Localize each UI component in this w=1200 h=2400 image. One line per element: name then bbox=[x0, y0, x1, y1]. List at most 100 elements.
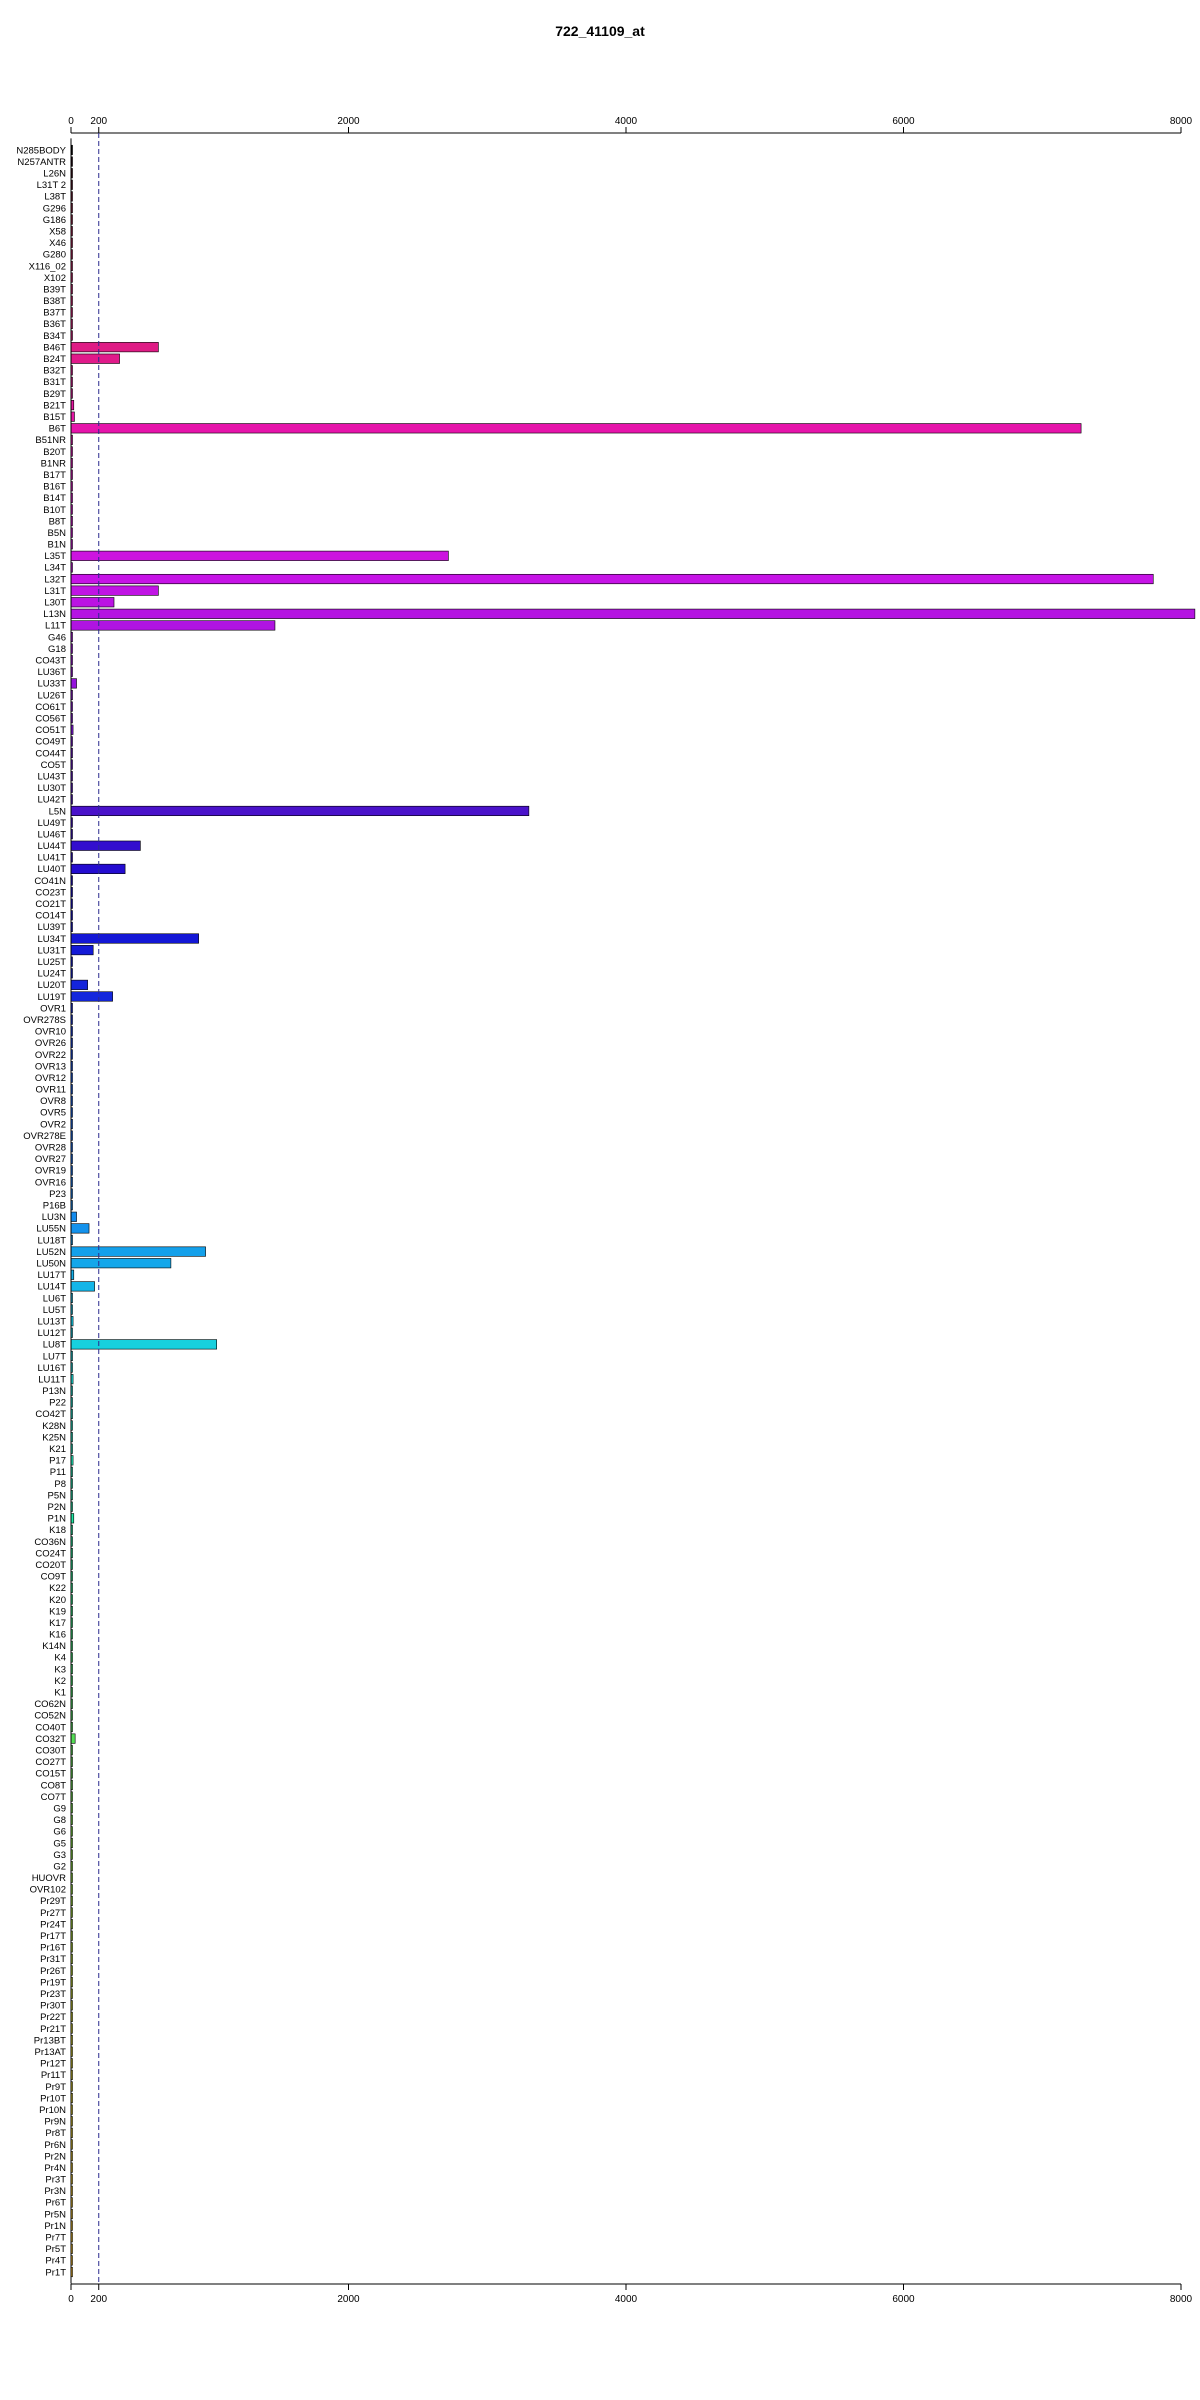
category-label: CO27T bbox=[35, 1757, 66, 1768]
category-label: P22 bbox=[49, 1398, 66, 1409]
bar-L11T bbox=[70, 620, 276, 631]
bar-LU40T bbox=[70, 863, 126, 874]
category-label: B31T bbox=[43, 377, 66, 388]
category-label: Pr27T bbox=[40, 1908, 66, 1919]
category-label: L38T bbox=[44, 192, 66, 203]
category-label: B51NR bbox=[35, 435, 66, 446]
category-label: G9 bbox=[53, 1803, 66, 1814]
category-label: LU13T bbox=[37, 1316, 66, 1327]
category-label: K20 bbox=[49, 1595, 66, 1606]
category-label: LU49T bbox=[37, 818, 66, 829]
category-label: Pr16T bbox=[40, 1943, 66, 1954]
category-label: OVR10 bbox=[35, 1027, 66, 1038]
category-label: OVR8 bbox=[40, 1096, 66, 1107]
tick-label: 200 bbox=[90, 116, 107, 127]
category-label: OVR102 bbox=[30, 1885, 66, 1896]
category-label: K2 bbox=[54, 1676, 66, 1687]
category-label: L31T bbox=[44, 586, 66, 597]
category-label: Pr3T bbox=[45, 2175, 66, 2186]
category-label: CO30T bbox=[35, 1746, 66, 1757]
category-label: Pr26T bbox=[40, 1966, 66, 1977]
category-label: K3 bbox=[54, 1664, 66, 1675]
category-label: Pr19T bbox=[40, 1977, 66, 1988]
category-label: LU16T bbox=[37, 1363, 66, 1374]
category-label: G6 bbox=[53, 1827, 66, 1838]
tick-label: 2000 bbox=[337, 116, 360, 127]
category-label: B46T bbox=[43, 342, 66, 353]
category-label: P8 bbox=[54, 1479, 66, 1490]
category-label: LU40T bbox=[37, 864, 66, 875]
bar-L32T bbox=[70, 573, 1154, 585]
bar-LU50N bbox=[70, 1258, 172, 1269]
category-label: OVR13 bbox=[35, 1061, 66, 1072]
category-label: LU25T bbox=[37, 957, 66, 968]
category-label: L31T 2 bbox=[37, 180, 66, 191]
category-label: Pr1N bbox=[44, 2221, 66, 2232]
top-x-axis: 0 200 2000 4000 6000 8000 bbox=[68, 116, 1193, 134]
category-label: Pr29T bbox=[40, 1896, 66, 1907]
category-label: B34T bbox=[43, 331, 66, 342]
category-label: LU44T bbox=[37, 841, 66, 852]
category-label: Pr11T bbox=[41, 2070, 66, 2081]
chart-canvas: 722_41109_at 0 200 2000 4000 6000 8000 0 200 20… bbox=[16, 23, 1196, 2305]
category-label: LU43T bbox=[37, 771, 66, 782]
category-label: B38T bbox=[43, 296, 66, 307]
category-label: K14N bbox=[42, 1641, 66, 1652]
category-label: CO9T bbox=[41, 1572, 67, 1583]
bar-LU8T bbox=[70, 1339, 217, 1350]
category-label: B6T bbox=[49, 424, 67, 435]
category-label: Pr13BT bbox=[34, 2035, 66, 2046]
category-label: B36T bbox=[43, 319, 66, 330]
category-label: B16T bbox=[43, 482, 66, 493]
category-label: Pr1T bbox=[45, 2267, 66, 2278]
category-label: LU19T bbox=[37, 992, 66, 1003]
category-label: LU26T bbox=[37, 690, 66, 701]
bar-L13N bbox=[70, 608, 1196, 619]
bar-L31T bbox=[70, 585, 159, 596]
category-label: Pr22T bbox=[40, 2012, 66, 2023]
category-label: B10T bbox=[43, 505, 66, 516]
category-label: CO49T bbox=[35, 737, 66, 748]
category-label: Pr13AT bbox=[34, 2047, 66, 2058]
category-label: Pr5N bbox=[44, 2209, 66, 2220]
category-label: Pr5T bbox=[45, 2244, 66, 2255]
bar-L35T bbox=[70, 550, 449, 561]
category-label: LU11T bbox=[38, 1374, 66, 1385]
tick-label: 200 bbox=[90, 2294, 107, 2305]
category-label: CO41N bbox=[34, 876, 66, 887]
category-label: OVR19 bbox=[35, 1166, 66, 1177]
category-label: P23 bbox=[49, 1189, 66, 1200]
category-label: P1N bbox=[48, 1514, 67, 1525]
category-label: B15T bbox=[43, 412, 66, 423]
category-label: B20T bbox=[43, 447, 66, 458]
category-label: LU52N bbox=[36, 1247, 66, 1258]
category-label: Pr4T bbox=[45, 2256, 66, 2267]
category-label: L34T bbox=[44, 563, 66, 574]
category-label: P2N bbox=[48, 1502, 67, 1513]
category-label: B21T bbox=[43, 400, 66, 411]
category-label: Pr7T bbox=[45, 2233, 66, 2244]
category-label: X102 bbox=[44, 273, 66, 284]
bar-L5N bbox=[70, 805, 530, 817]
category-label: LU7T bbox=[43, 1351, 66, 1362]
category-label: LU5T bbox=[43, 1305, 66, 1316]
category-label: B37T bbox=[43, 308, 66, 319]
category-label: K28N bbox=[42, 1421, 66, 1432]
category-label: L32T bbox=[44, 574, 66, 585]
category-label: Pr9N bbox=[44, 2117, 66, 2128]
category-label: CO21T bbox=[35, 899, 66, 910]
category-label: G8 bbox=[53, 1815, 66, 1826]
category-label: B8T bbox=[49, 516, 67, 527]
category-label: CO24T bbox=[35, 1548, 66, 1559]
bar-LU33T bbox=[70, 678, 77, 689]
category-label: CO61T bbox=[35, 702, 66, 713]
category-label: Pr23T bbox=[40, 1989, 66, 2000]
category-labels: N285BODYN257ANTRL26NL31T 2L38TG296G186X5… bbox=[16, 145, 66, 2278]
bar-LU3N bbox=[70, 1211, 77, 1222]
tick-label: 0 bbox=[68, 2294, 74, 2305]
category-label: CO51T bbox=[35, 725, 66, 736]
category-label: CO20T bbox=[35, 1560, 66, 1571]
category-label: G46 bbox=[48, 632, 66, 643]
category-label: LU42T bbox=[37, 795, 66, 806]
category-label: G2 bbox=[53, 1861, 66, 1872]
